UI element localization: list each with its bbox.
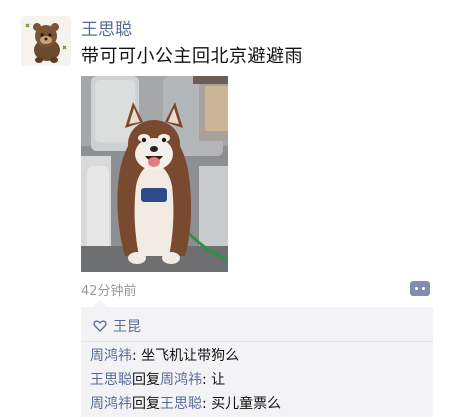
comment-separator: : [132, 348, 142, 364]
avatar-image [21, 16, 71, 66]
comment-reply-word: 回复 [132, 396, 160, 412]
comment-author[interactable]: 周鸿祎 [90, 396, 132, 412]
more-dot-icon [415, 287, 418, 290]
comment-separator: : [202, 396, 212, 412]
heart-outline-icon [93, 320, 107, 332]
likes-row: 王昆 [93, 316, 141, 336]
dog-in-airplane-seat-image [81, 76, 228, 272]
comment-text: 让 [211, 372, 226, 388]
comment-reply-to[interactable]: 王思聪 [160, 396, 202, 412]
post-photo[interactable] [81, 76, 228, 272]
post-timestamp: 42分钟前 [81, 284, 137, 299]
comment-text: 买儿童票么 [211, 396, 282, 412]
comment-reply-word: 回复 [132, 372, 160, 388]
avatar[interactable] [21, 16, 71, 66]
comment-item[interactable]: 周鸿祎回复王思聪: 买儿童票么 [90, 393, 281, 413]
likes-divider [81, 341, 433, 342]
comment-text: 坐飞机让带狗么 [141, 348, 240, 364]
comment-more-button[interactable] [410, 281, 430, 296]
post-author-name[interactable]: 王思聪 [81, 15, 132, 40]
liker-name[interactable]: 王昆 [113, 316, 141, 336]
post-text: 带可可小公主回北京避避雨 [81, 46, 303, 67]
comment-item[interactable]: 王思聪回复周鸿祎: 让 [90, 369, 225, 389]
comment-author[interactable]: 周鸿祎 [90, 348, 132, 364]
comment-item[interactable]: 周鸿祎: 坐飞机让带狗么 [90, 345, 239, 365]
more-dot-icon [422, 287, 425, 290]
comment-reply-to[interactable]: 周鸿祎 [160, 372, 202, 388]
comment-author[interactable]: 王思聪 [90, 372, 132, 388]
comment-separator: : [202, 372, 212, 388]
likes-comments-panel: 王昆 周鸿祎: 坐飞机让带狗么 王思聪回复周鸿祎: 让 周鸿祎回复王思聪: 买儿… [81, 300, 433, 417]
